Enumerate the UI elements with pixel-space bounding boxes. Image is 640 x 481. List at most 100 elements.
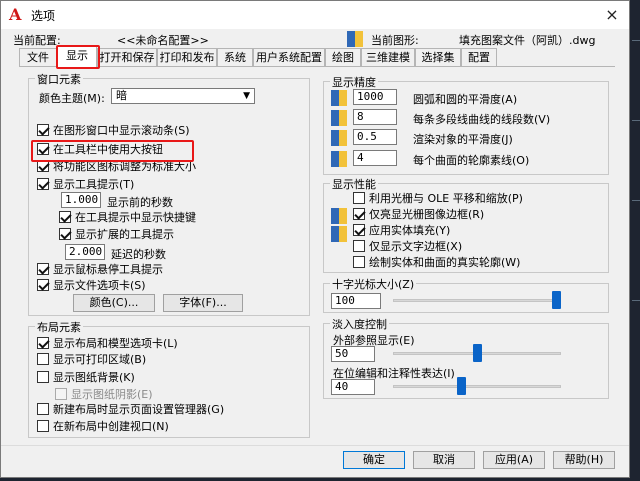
check-create-viewport[interactable]: 在新布局中创建视口(N): [37, 420, 169, 434]
check-raster-frame-label: 仅亮显光栅图像边框(R): [369, 208, 485, 221]
check-large-buttons[interactable]: 在工具栏中使用大按钮: [37, 143, 163, 157]
checkbox[interactable]: [37, 124, 49, 136]
check-text-frame[interactable]: 仅显示文字边框(X): [353, 240, 462, 254]
fade-control-title: 淡入度控制: [330, 316, 389, 332]
check-layout-model-tabs[interactable]: 显示布局和模型选项卡(L): [37, 337, 178, 351]
tab-3d-modeling[interactable]: 三维建模: [361, 48, 415, 66]
title-bar: A 选项 ×: [1, 1, 629, 29]
precision-icon: [331, 151, 347, 167]
close-icon[interactable]: ×: [601, 4, 623, 26]
check-true-silhouettes-label: 绘制实体和曲面的真实轮廓(W): [369, 256, 521, 269]
check-raster-ole-pan[interactable]: 利用光栅与 OLE 平移和缩放(P): [353, 192, 523, 206]
xref-slider-thumb[interactable]: [472, 344, 482, 362]
tooltip-delay-input[interactable]: 1.000: [61, 192, 101, 208]
render-smoothness-input[interactable]: 0.5: [353, 129, 397, 145]
window-elements-title: 窗口元素: [35, 71, 83, 87]
contour-lines-label: 每个曲面的轮廓素线(O): [413, 154, 530, 167]
checkbox[interactable]: [37, 143, 49, 155]
check-text-frame-label: 仅显示文字边框(X): [369, 240, 463, 253]
checkbox[interactable]: [37, 403, 49, 415]
checkbox[interactable]: [37, 337, 49, 349]
checkbox[interactable]: [37, 353, 49, 365]
polyline-segments-input[interactable]: 8: [353, 109, 397, 125]
checkbox[interactable]: [59, 211, 71, 223]
crosshair-slider-track[interactable]: [393, 299, 561, 302]
tab-drafting[interactable]: 绘图: [325, 48, 361, 66]
tooltip-delay-label: 显示前的秒数: [107, 196, 173, 209]
checkbox[interactable]: [37, 160, 49, 172]
checkbox[interactable]: [37, 420, 49, 432]
current-config-value: <<未命名配置>>: [117, 34, 209, 47]
check-create-viewport-label: 在新布局中创建视口(N): [53, 420, 169, 433]
tab-display[interactable]: 显示: [57, 46, 97, 67]
help-button[interactable]: 帮助(H): [553, 451, 615, 469]
crosshair-size-input[interactable]: 100: [331, 293, 381, 309]
check-scrollbars-label: 在图形窗口中显示滚动条(S): [53, 124, 190, 137]
layout-elements-title: 布局元素: [35, 319, 83, 335]
check-rollover-tooltips-label: 显示鼠标悬停工具提示: [53, 263, 163, 276]
checkbox[interactable]: [37, 279, 49, 291]
checkbox[interactable]: [37, 263, 49, 275]
check-printable-area-label: 显示可打印区域(B): [53, 353, 147, 366]
inplace-slider-track[interactable]: [393, 385, 561, 388]
cancel-button[interactable]: 取消: [413, 451, 475, 469]
tab-system[interactable]: 系统: [217, 48, 253, 66]
color-theme-select[interactable]: 暗 ▼: [111, 88, 255, 104]
check-shortcut-keys-label: 在工具提示中显示快捷键: [75, 211, 196, 224]
check-raster-frame[interactable]: 仅亮显光栅图像边框(R): [353, 208, 484, 222]
footer-divider: [1, 445, 629, 446]
check-paper-background-label: 显示图纸背景(K): [53, 371, 135, 384]
check-file-tabs[interactable]: 显示文件选项卡(S): [37, 279, 146, 293]
apply-button[interactable]: 应用(A): [483, 451, 545, 469]
check-extended-tooltips[interactable]: 显示扩展的工具提示: [59, 228, 174, 242]
inplace-fade-input[interactable]: 40: [331, 379, 375, 395]
checkbox[interactable]: [353, 256, 365, 268]
tab-open-save[interactable]: 打开和保存: [97, 48, 157, 66]
fonts-button[interactable]: 字体(F)...: [163, 294, 243, 312]
tab-user-preferences[interactable]: 用户系统配置: [253, 48, 325, 66]
checkbox[interactable]: [353, 208, 365, 220]
check-page-setup-manager[interactable]: 新建布局时显示页面设置管理器(G): [37, 403, 224, 417]
colors-button[interactable]: 颜色(C)...: [73, 294, 155, 312]
checkbox[interactable]: [353, 224, 365, 236]
check-raster-ole-pan-label: 利用光栅与 OLE 平移和缩放(P): [369, 192, 523, 205]
check-tooltips[interactable]: 显示工具提示(T): [37, 178, 134, 192]
crosshair-title: 十字光标大小(Z): [330, 276, 417, 292]
tab-files[interactable]: 文件: [19, 48, 57, 66]
tab-profiles[interactable]: 配置: [461, 48, 497, 66]
arc-smoothness-input[interactable]: 1000: [353, 89, 397, 105]
checkbox[interactable]: [37, 178, 49, 190]
checkbox[interactable]: [353, 240, 365, 252]
checkbox[interactable]: [353, 192, 365, 204]
tab-plot-publish[interactable]: 打印和发布: [157, 48, 217, 66]
contour-lines-input[interactable]: 4: [353, 150, 397, 166]
autocad-logo-icon: A: [9, 5, 22, 24]
ok-button[interactable]: 确定: [343, 451, 405, 469]
display-performance-title: 显示性能: [330, 176, 378, 192]
current-config-label: 当前配置:: [13, 34, 61, 47]
check-page-setup-manager-label: 新建布局时显示页面设置管理器(G): [53, 403, 225, 416]
crosshair-slider-thumb[interactable]: [552, 291, 561, 309]
polyline-segments-label: 每条多段线曲线的线段数(V): [413, 113, 551, 126]
check-ribbon-icons[interactable]: 将功能区图标调整为标准大小: [37, 160, 196, 174]
check-scrollbars[interactable]: 在图形窗口中显示滚动条(S): [37, 124, 190, 138]
check-rollover-tooltips[interactable]: 显示鼠标悬停工具提示: [37, 263, 163, 277]
color-theme-value: 暗: [116, 89, 127, 102]
check-paper-shadow-label: 显示图纸阴影(E): [71, 388, 153, 401]
check-printable-area[interactable]: 显示可打印区域(B): [37, 353, 146, 367]
inplace-slider-thumb[interactable]: [456, 377, 466, 395]
extended-delay-input[interactable]: 2.000: [65, 244, 105, 260]
tab-selection[interactable]: 选择集: [415, 48, 461, 66]
color-theme-label: 颜色主题(M):: [39, 92, 105, 105]
render-smoothness-label: 渲染对象的平滑度(J): [413, 133, 513, 146]
check-solid-fill[interactable]: 应用实体填充(Y): [353, 224, 450, 238]
xref-fade-input[interactable]: 50: [331, 346, 375, 362]
current-drawing-label: 当前图形:: [371, 34, 419, 47]
check-shortcut-keys[interactable]: 在工具提示中显示快捷键: [59, 211, 196, 225]
checkbox[interactable]: [59, 228, 71, 240]
checkbox[interactable]: [37, 371, 49, 383]
check-paper-background[interactable]: 显示图纸背景(K): [37, 371, 135, 385]
check-true-silhouettes[interactable]: 绘制实体和曲面的真实轮廓(W): [353, 256, 520, 270]
tab-divider: [19, 66, 615, 67]
check-tooltips-label: 显示工具提示(T): [53, 178, 135, 191]
